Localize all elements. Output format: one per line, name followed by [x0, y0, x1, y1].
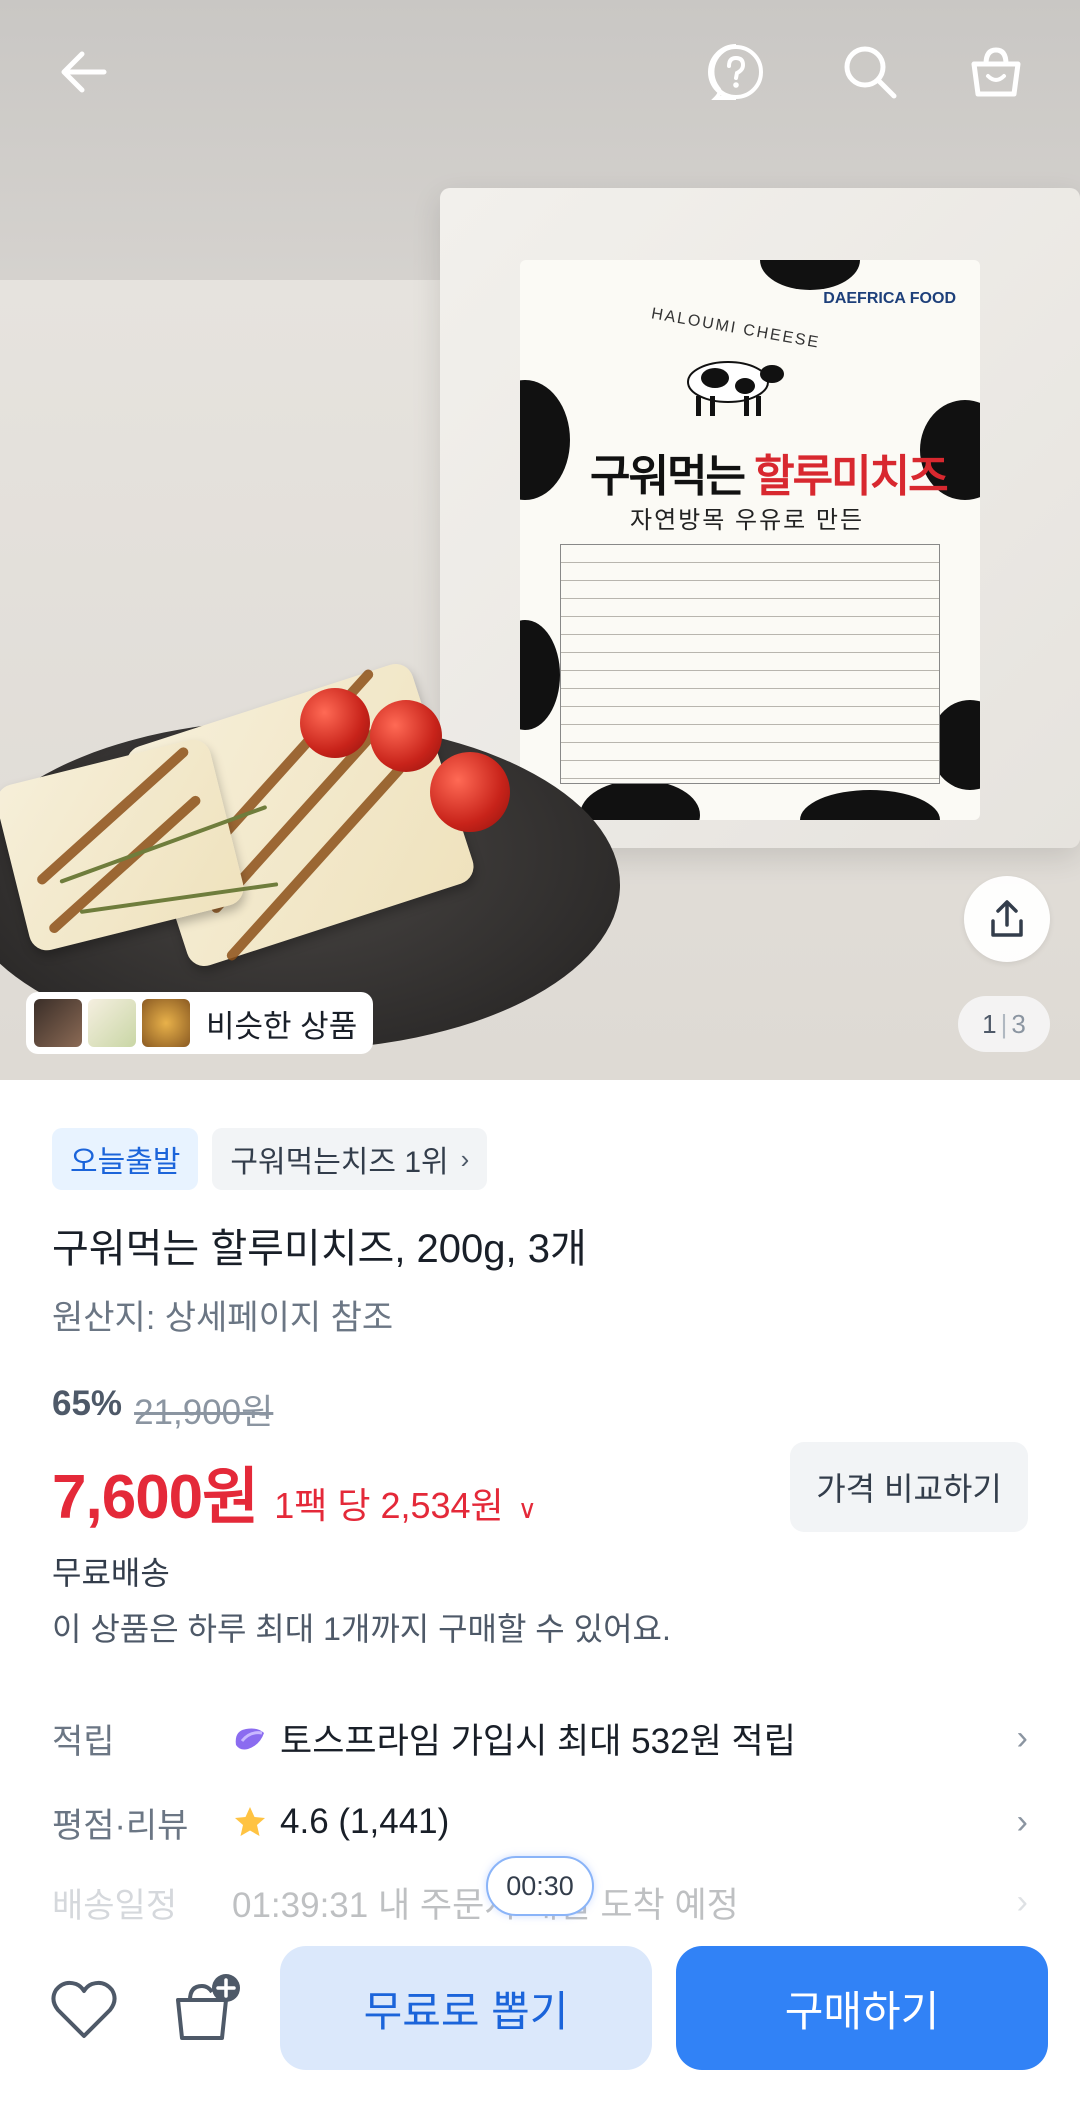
today-shipping-badge: 오늘출발	[52, 1128, 199, 1190]
compare-price-button[interactable]: 가격 비교하기	[790, 1442, 1028, 1532]
share-icon	[991, 900, 1023, 937]
rating-row[interactable]: 평점·리뷰 4.6 (1,441) ›	[52, 1792, 1028, 1852]
package-subtitle-en: HALOUMI CHEESE	[649, 305, 822, 352]
discount-percent: 65%	[52, 1384, 123, 1423]
package-label: DAEFRICA FOOD HALOUMI CHEESE 구워먹는 할루미치즈 …	[520, 260, 980, 820]
search-icon	[844, 46, 897, 99]
purchase-limit-info: 이 상품은 하루 최대 1개까지 구매할 수 있어요.	[52, 1611, 671, 1647]
sale-price: 7,600원	[52, 1463, 259, 1532]
tomato	[370, 700, 442, 772]
arrow-left-icon	[61, 51, 107, 93]
buy-button[interactable]: 구매하기	[676, 1946, 1048, 2070]
shipping-info: 무료배송	[52, 1555, 170, 1591]
similar-thumb	[88, 999, 136, 1047]
similar-thumb	[34, 999, 82, 1047]
badge-row: 오늘출발 구워먹는치즈 1위 ›	[52, 1128, 488, 1190]
chevron-right-icon: ›	[1016, 1882, 1028, 1921]
discount-row: 65% 21,900원	[52, 1384, 273, 1435]
tomato	[430, 752, 510, 832]
product-name: 구워먹는 할루미치즈, 200g, 3개	[52, 1227, 587, 1271]
chevron-right-icon: ›	[1016, 1802, 1028, 1841]
points-row[interactable]: 적립 토스프라임 가입시 최대 532원 적립 ›	[52, 1708, 1028, 1768]
similar-products-label: 비슷한 상품	[206, 1008, 358, 1044]
cart-button[interactable]	[960, 36, 1032, 108]
share-button[interactable]	[964, 876, 1050, 962]
heart-icon[interactable]	[48, 1974, 120, 2046]
shopping-bag-icon	[971, 47, 1021, 97]
package-title: 구워먹는 할루미치즈	[590, 452, 949, 501]
unit-price[interactable]: 1팩 당 2,534원	[274, 1477, 503, 1529]
chevron-down-icon[interactable]: ∨	[518, 1494, 537, 1525]
product-origin: 원산지: 상세페이지 참조	[52, 1299, 394, 1337]
package-brand: DAEFRICA FOOD	[823, 290, 956, 307]
help-button[interactable]	[700, 36, 772, 108]
add-to-cart-icon[interactable]	[168, 1970, 246, 2048]
chevron-right-icon: ›	[460, 1143, 470, 1174]
package-subtitle: 자연방목 우유로 만든	[630, 507, 865, 534]
product-image[interactable]: DAEFRICA FOOD HALOUMI CHEESE 구워먹는 할루미치즈 …	[0, 0, 1080, 1080]
nutrition-table	[560, 544, 940, 784]
points-value: 토스프라임 가입시 최대 532원 적립	[280, 1721, 796, 1761]
tomato	[300, 688, 370, 758]
toss-prime-icon	[235, 1728, 264, 1750]
delivery-key: 배송일정	[52, 1886, 178, 1925]
cow-illustration	[687, 361, 784, 416]
search-button[interactable]	[834, 36, 906, 108]
back-button[interactable]	[48, 36, 120, 108]
chevron-right-icon: ›	[1016, 1718, 1028, 1757]
similar-thumb	[142, 999, 190, 1047]
price-row: 7,600원 1팩 당 2,534원 ∨	[52, 1446, 537, 1536]
original-price: 21,900원	[134, 1393, 274, 1432]
star-icon	[235, 1807, 265, 1836]
rating-value: 4.6 (1,441)	[280, 1802, 450, 1841]
rating-key: 평점·리뷰	[52, 1806, 189, 1845]
image-page-indicator: 1 | 3	[958, 996, 1050, 1052]
question-icon	[708, 44, 763, 100]
timer-badge[interactable]: 00:30	[486, 1856, 594, 1916]
similar-products-button[interactable]: 비슷한 상품	[26, 992, 374, 1054]
bottom-action-bar: 무료로 뽑기 구매하기	[0, 1930, 1080, 2119]
ranking-badge[interactable]: 구워먹는치즈 1위 ›	[212, 1128, 488, 1190]
points-key: 적립	[52, 1722, 115, 1761]
free-draw-button[interactable]: 무료로 뽑기	[280, 1946, 652, 2070]
